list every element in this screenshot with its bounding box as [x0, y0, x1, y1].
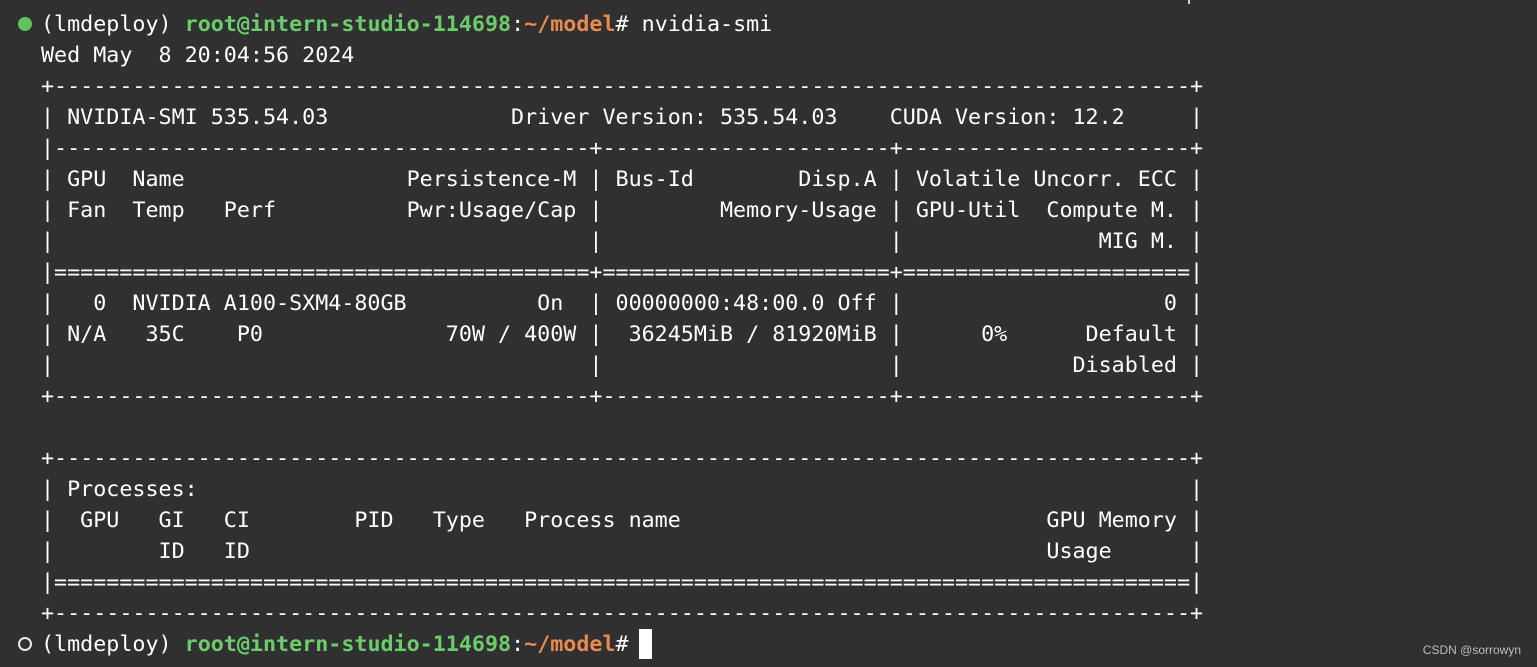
- command-pending-marker-icon: [18, 637, 32, 651]
- table-header-row-3: | | | MIG M. |: [41, 229, 1204, 254]
- prompt-line-2[interactable]: (lmdeploy) root@intern-studio-114698:~/m…: [41, 629, 642, 660]
- processes-separator: |=======================================…: [41, 570, 1204, 595]
- prompt-user-host: root@intern-studio-114698: [184, 632, 512, 657]
- prompt-command: nvidia-smi: [628, 12, 773, 37]
- top-divider-tick: [1188, 0, 1190, 4]
- gpu-row-3: | | | Disabled |: [41, 353, 1204, 378]
- processes-border-bottom: +---------------------------------------…: [41, 601, 1204, 626]
- watermark: CSDN @sorrowyn: [1422, 643, 1521, 657]
- terminal-window[interactable]: (lmdeploy) root@intern-studio-114698:~/m…: [0, 0, 1537, 667]
- prompt-line-1: (lmdeploy) root@intern-studio-114698:~/m…: [41, 9, 772, 40]
- prompt-colon: :: [511, 632, 525, 657]
- gpu-row-1: | 0 NVIDIA A100-SXM4-80GB On | 00000000:…: [41, 291, 1204, 316]
- table-header-row-2: | Fan Temp Perf Pwr:Usage/Cap | Memory-U…: [41, 198, 1204, 223]
- prompt-path: ~/model: [524, 632, 616, 657]
- table-header-row-1: | GPU Name Persistence-M | Bus-Id Disp.A…: [41, 167, 1204, 192]
- processes-title: | Processes: |: [41, 477, 1204, 502]
- prompt-env: (lmdeploy): [41, 12, 172, 37]
- table-divider: |---------------------------------------…: [41, 136, 1204, 161]
- prompt-symbol: #: [615, 632, 642, 657]
- table-border-top: +---------------------------------------…: [41, 74, 1204, 99]
- table-border-bottom: +---------------------------------------…: [41, 384, 1204, 409]
- processes-border-top: +---------------------------------------…: [41, 446, 1204, 471]
- prompt-colon: :: [511, 12, 525, 37]
- table-header-versions: | NVIDIA-SMI 535.54.03 Driver Version: 5…: [41, 105, 1204, 130]
- processes-header-row-1: | GPU GI CI PID Type Process name GPU Me…: [41, 508, 1204, 533]
- command-success-marker-icon: [18, 17, 32, 31]
- output-date: Wed May 8 20:04:56 2024: [41, 43, 355, 68]
- processes-header-row-2: | ID ID Usage |: [41, 539, 1204, 564]
- prompt-env: (lmdeploy): [41, 632, 172, 657]
- table-header-separator: |=======================================…: [41, 260, 1204, 285]
- prompt-path: ~/model: [524, 12, 616, 37]
- text-cursor[interactable]: [639, 629, 652, 659]
- prompt-user-host: root@intern-studio-114698: [184, 12, 512, 37]
- gpu-row-2: | N/A 35C P0 70W / 400W | 36245MiB / 819…: [41, 322, 1204, 347]
- prompt-symbol: #: [615, 12, 629, 37]
